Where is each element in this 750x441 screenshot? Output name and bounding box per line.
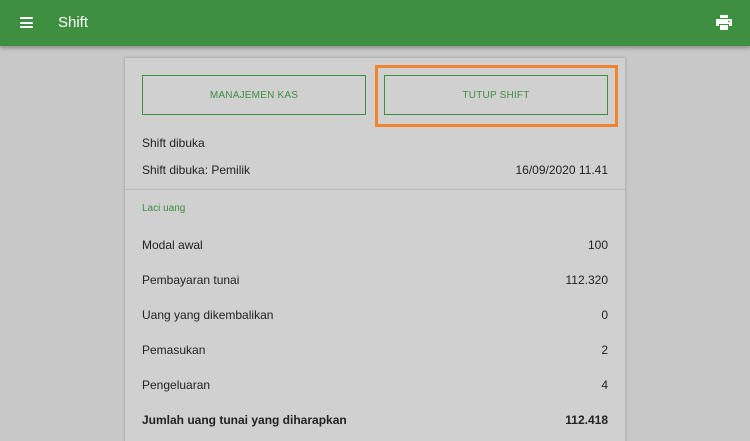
cash-row-value: 100	[587, 238, 608, 252]
expected-cash-label: Jumlah uang tunai yang diharapkan	[142, 413, 347, 427]
cash-drawer-section-title: Laci uang	[142, 203, 186, 214]
cash-row: Pemasukan 2	[142, 342, 608, 358]
divider	[125, 189, 625, 190]
expected-cash-value: 112.418	[565, 413, 608, 427]
shift-opened-label: Shift dibuka	[142, 136, 205, 150]
shift-opened-by-row: Shift dibuka: Pemilik 16/09/2020 11.41	[142, 162, 608, 178]
shift-opened-at-value: 16/09/2020 11.41	[515, 163, 608, 177]
cash-row-label: Pengeluaran	[142, 378, 211, 392]
cash-row-value: 2	[601, 343, 608, 357]
cash-row-label: Pembayaran tunai	[142, 273, 240, 287]
cash-row-value: 0	[601, 308, 608, 322]
cash-row-value: 112.320	[565, 273, 609, 287]
cash-row: Pembayaran tunai 112.320	[142, 272, 608, 288]
app-title: Shift	[58, 14, 89, 31]
print-icon[interactable]	[716, 15, 732, 30]
cash-row-label: Pemasukan	[142, 343, 206, 357]
cash-row: Modal awal 100	[142, 237, 608, 253]
shift-opened-by-label: Shift dibuka: Pemilik	[142, 163, 251, 177]
app-bar: Shift	[0, 0, 750, 46]
cash-management-button[interactable]: MANAJEMEN KAS	[142, 75, 366, 115]
cash-row-label: Modal awal	[142, 238, 203, 252]
shift-card: MANAJEMEN KAS TUTUP SHIFT Shift dibuka S…	[125, 58, 625, 441]
cash-row: Pengeluaran 4	[142, 377, 608, 393]
cash-row-label: Uang yang dikembalikan	[142, 308, 274, 322]
shift-opened-row: Shift dibuka	[142, 135, 608, 151]
expected-cash-row: Jumlah uang tunai yang diharapkan 112.41…	[142, 412, 608, 428]
menu-icon[interactable]	[20, 17, 33, 28]
cash-row: Uang yang dikembalikan 0	[142, 307, 608, 323]
cash-row-value: 4	[601, 378, 608, 392]
close-shift-button[interactable]: TUTUP SHIFT	[384, 75, 608, 115]
